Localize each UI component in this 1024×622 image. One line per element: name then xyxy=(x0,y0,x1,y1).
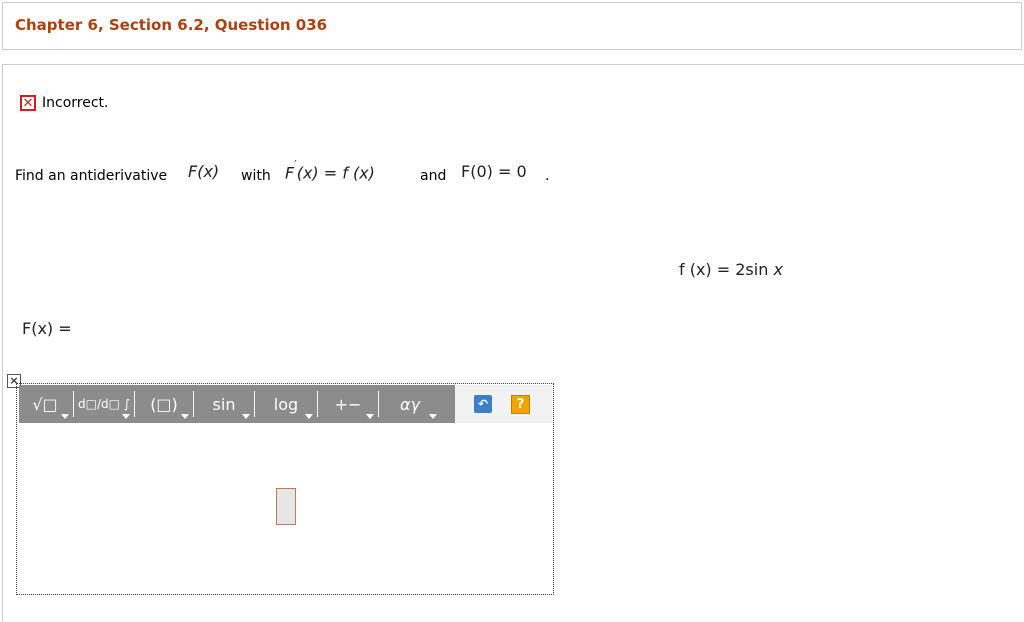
page-title: Chapter 6, Section 6.2, Question 036 xyxy=(15,16,328,34)
root-icon: √□ xyxy=(32,394,58,414)
answer-input-slot[interactable] xyxy=(276,488,296,525)
operators-label: +− xyxy=(334,394,362,414)
roots-button[interactable]: √□ xyxy=(19,385,71,423)
editor-toolbar: √□ d□/d□ ∫ (□) sin log +− αγ xyxy=(19,385,455,423)
page: Chapter 6, Section 6.2, Question 036 ✕ I… xyxy=(0,0,1024,622)
question-with: with xyxy=(241,168,271,184)
undo-icon[interactable]: ↶ xyxy=(474,395,492,413)
parentheses-icon: (□) xyxy=(150,394,178,414)
answer-label: F(x) = xyxy=(22,319,72,338)
expr1: F(x) xyxy=(188,162,220,181)
toolbar-divider xyxy=(73,391,74,417)
log-label: log xyxy=(273,394,299,414)
chevron-down-icon xyxy=(181,414,189,419)
trig-button[interactable]: sin xyxy=(196,385,252,423)
question-expr-derivative: F′(x) = f (x) xyxy=(285,158,375,183)
editor-toolbar-actions xyxy=(455,385,552,423)
chevron-down-icon xyxy=(122,414,130,419)
prime-mark: ′ xyxy=(294,158,297,171)
question-prefix: Find an antiderivative xyxy=(15,168,168,184)
parentheses-button[interactable]: (□) xyxy=(137,385,191,423)
expr2-F: F xyxy=(285,163,295,183)
chevron-down-icon xyxy=(429,414,437,419)
question-expr-antiderivative: F(x) xyxy=(188,162,219,181)
chevron-down-icon xyxy=(305,414,313,419)
chevron-down-icon xyxy=(61,414,69,419)
calculus-icon: d□/d□ ∫ xyxy=(77,397,131,411)
toolbar-divider xyxy=(317,391,318,417)
status-text: Incorrect. xyxy=(42,95,109,111)
header-panel: Chapter 6, Section 6.2, Question 036 xyxy=(2,2,1022,50)
trig-label: sin xyxy=(212,394,236,414)
greek-label: αγ xyxy=(399,394,420,414)
toolbar-divider xyxy=(378,391,379,417)
given-var: x xyxy=(773,260,783,279)
given-function: f (x) = 2sin x xyxy=(679,260,783,279)
question-and: and xyxy=(420,168,447,184)
chevron-down-icon xyxy=(242,414,250,419)
question-period: . xyxy=(545,168,550,184)
x-mark-icon: ✕ xyxy=(20,95,36,111)
greek-button[interactable]: αγ xyxy=(381,385,439,423)
log-button[interactable]: log xyxy=(257,385,315,423)
toolbar-divider xyxy=(193,391,194,417)
expr2-rest: (x) = f (x) xyxy=(296,163,375,183)
calculus-button[interactable]: d□/d□ ∫ xyxy=(76,385,132,423)
question-initial-condition: F(0) = 0 xyxy=(461,162,527,181)
chevron-down-icon xyxy=(366,414,374,419)
given-lhs: f (x) = 2sin xyxy=(679,260,769,279)
help-icon[interactable]: ? xyxy=(511,395,530,414)
status-incorrect: ✕ Incorrect. xyxy=(20,93,108,113)
operators-button[interactable]: +− xyxy=(320,385,376,423)
toolbar-divider xyxy=(134,391,135,417)
toolbar-divider xyxy=(254,391,255,417)
